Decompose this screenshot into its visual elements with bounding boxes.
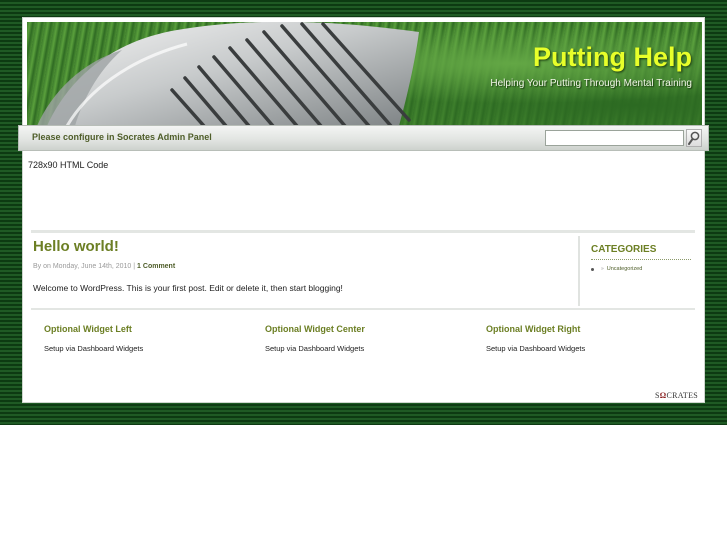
post-date: By on Monday, June 14th, 2010 | [33, 263, 138, 270]
search-input[interactable] [545, 130, 684, 146]
site-title[interactable]: Putting Help [533, 42, 692, 73]
widget-center: Optional Widget Center Setup via Dashboa… [265, 324, 465, 353]
category-item[interactable]: » Uncategorized [591, 266, 691, 272]
categories-list: » Uncategorized [591, 266, 691, 272]
arrow-icon: » [601, 266, 604, 272]
content-divider-top [31, 230, 695, 233]
post-body: Welcome to WordPress. This is your first… [33, 283, 343, 293]
comment-link[interactable]: 1 Comment [137, 263, 175, 270]
widget-right-title: Optional Widget Right [486, 324, 581, 334]
widget-right-text: Setup via Dashboard Widgets [486, 344, 586, 353]
navigation-bar: Please configure in Socrates Admin Panel [18, 125, 709, 151]
widget-left-text: Setup via Dashboard Widgets [44, 344, 144, 353]
admin-config-notice: Please configure in Socrates Admin Panel [32, 132, 212, 142]
post-title[interactable]: Hello world! [33, 238, 578, 255]
widget-right: Optional Widget Right Setup via Dashboar… [486, 324, 686, 353]
sidebar: CATEGORIES » Uncategorized [591, 244, 691, 272]
site-description: Helping Your Putting Through Mental Trai… [490, 78, 692, 89]
bullet-icon [591, 267, 594, 271]
widget-center-text: Setup via Dashboard Widgets [265, 344, 365, 353]
socrates-credit-logo[interactable]: SΩCRATES [655, 391, 698, 400]
search-button[interactable] [686, 129, 702, 147]
magnifier-icon [688, 131, 700, 145]
site-header: Putting Help Helping Your Putting Throug… [27, 22, 702, 126]
credit-post: CRATES [666, 391, 699, 400]
widget-center-title: Optional Widget Center [265, 324, 365, 334]
category-label: Uncategorized [606, 266, 643, 272]
content-divider-bottom [31, 308, 695, 310]
ad-banner-placeholder: 728x90 HTML Code [28, 160, 109, 170]
page-wrapper: Putting Help Helping Your Putting Throug… [18, 17, 709, 403]
widget-left-title: Optional Widget Left [44, 324, 132, 334]
blog-post: Hello world! By on Monday, June 14th, 20… [33, 238, 578, 293]
putter-head-image [37, 22, 419, 126]
widget-left: Optional Widget Left Setup via Dashboard… [44, 324, 244, 353]
categories-heading: CATEGORIES [591, 244, 691, 260]
sidebar-divider [578, 236, 580, 306]
post-meta: By on Monday, June 14th, 2010 | 1 Commen… [33, 263, 578, 270]
